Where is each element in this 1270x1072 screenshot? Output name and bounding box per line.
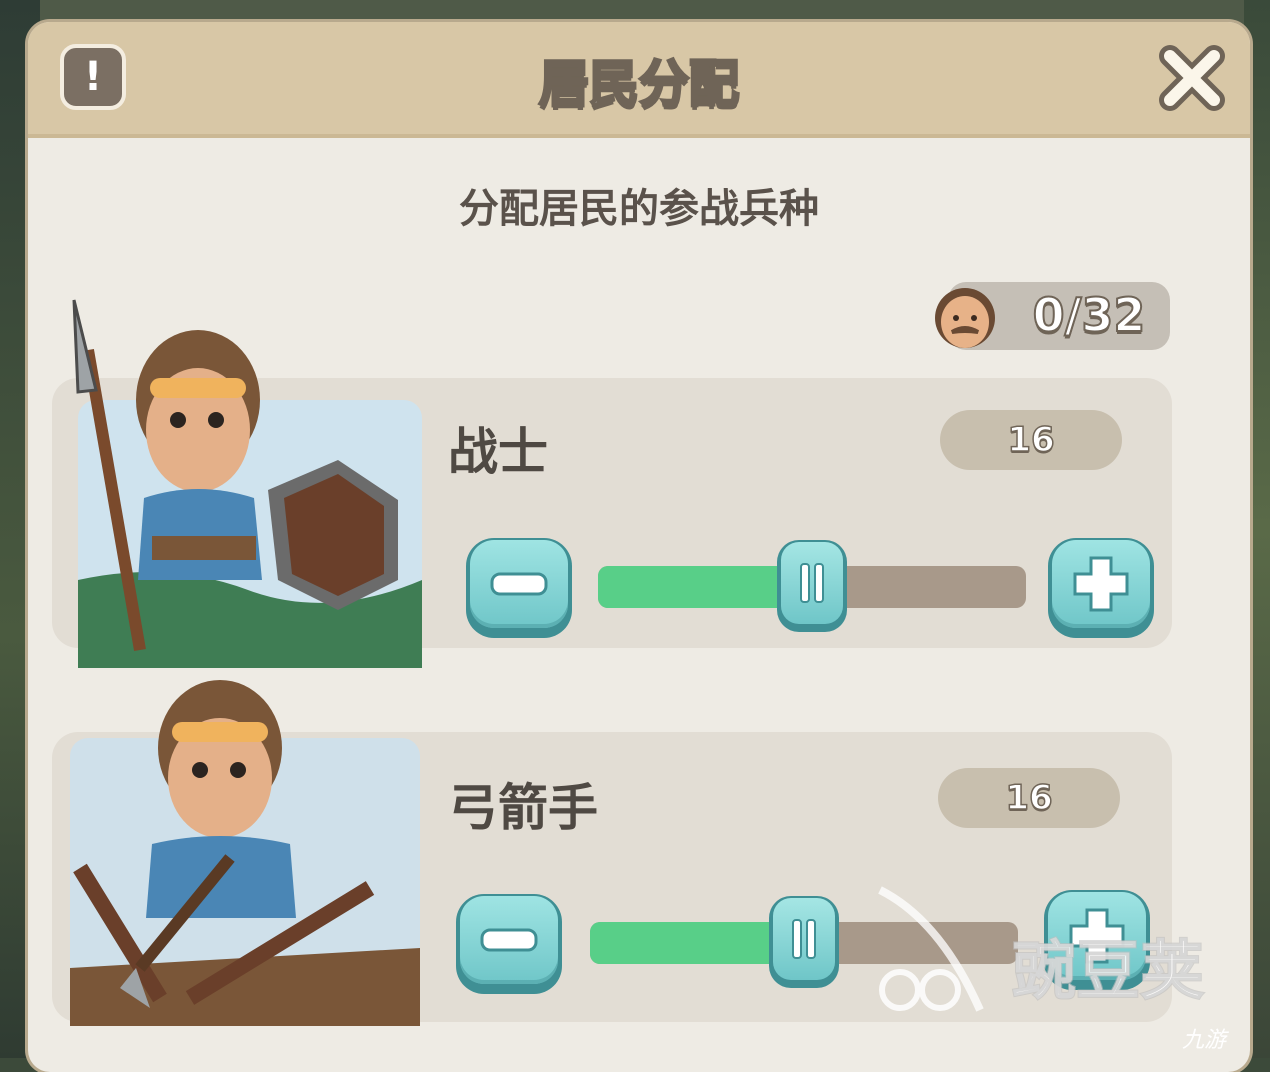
unit-name-archer: 弓箭手 (448, 779, 598, 837)
dialog-subtitle: 分配居民的参战兵种 (459, 186, 819, 232)
archer-slider-handle[interactable] (769, 896, 839, 988)
dialog-header: ! 居民分配 (28, 22, 1250, 138)
watermark-small-text: 九游 (1182, 1028, 1227, 1053)
close-icon[interactable] (1156, 42, 1228, 114)
minus-icon (490, 572, 548, 596)
minus-icon (480, 928, 538, 952)
increase-warrior-button[interactable] (1048, 538, 1154, 638)
population-counter: 0/32 (935, 282, 1170, 350)
unit-count-archer: 16 (938, 768, 1120, 828)
unit-name-warrior: 战士 (448, 423, 548, 481)
villager-face-icon (935, 288, 995, 348)
decrease-warrior-button[interactable] (466, 538, 572, 638)
archer-crossbow-portrait (70, 680, 420, 1026)
watermark-text: 豌豆荚 (1011, 934, 1205, 1010)
grip-icon (800, 563, 824, 603)
spearman-shield-portrait (72, 299, 422, 668)
grip-icon (792, 919, 816, 959)
warrior-slider-handle[interactable] (777, 540, 847, 632)
plus-icon (1073, 556, 1129, 612)
unit-count-warrior: 16 (940, 410, 1122, 470)
dialog-title: 居民分配 (538, 54, 741, 115)
decrease-archer-button[interactable] (456, 894, 562, 994)
population-count: 0/32 (1032, 287, 1147, 343)
